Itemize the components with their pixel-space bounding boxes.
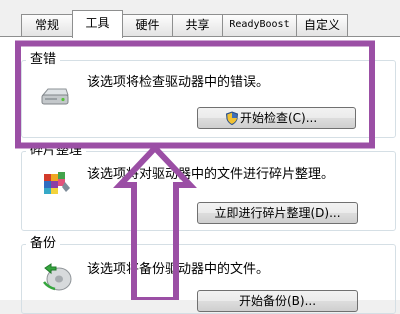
annotation-overlay <box>15 40 375 300</box>
tab-tools[interactable]: 工具 <box>72 10 123 38</box>
highlight-rectangle <box>15 40 375 149</box>
up-arrow <box>113 143 197 300</box>
